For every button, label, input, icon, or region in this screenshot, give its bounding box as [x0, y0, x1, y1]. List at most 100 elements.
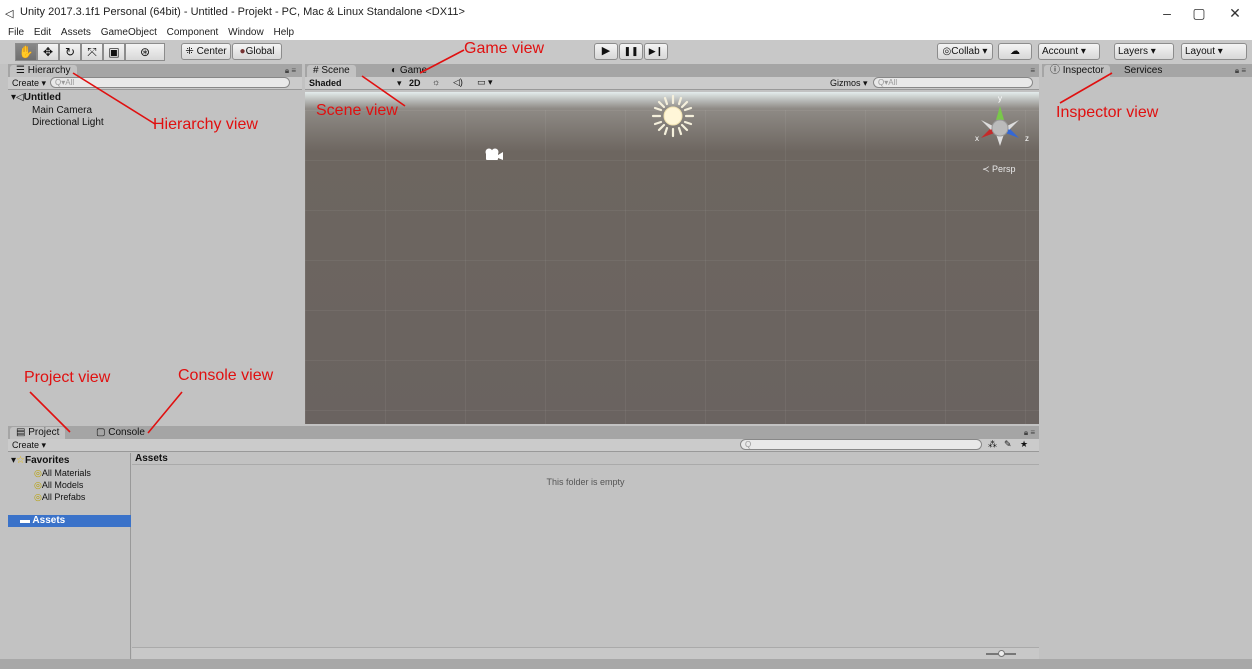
tab-project[interactable]: ▤ Project	[10, 427, 66, 439]
tab-inspector[interactable]: ⓘ Inspector	[1044, 65, 1110, 77]
scale-tool-icon[interactable]: ⤧	[81, 43, 103, 61]
minimize-button[interactable]: –	[1152, 4, 1182, 22]
collab-label: Collab ▾	[951, 46, 988, 57]
favorite-star-icon[interactable]: ★	[1020, 439, 1028, 450]
gizmo-axis-z: z	[1025, 134, 1029, 143]
fav-all-prefabs-label: All Prefabs	[41, 492, 86, 502]
pivot-center-button[interactable]: ⁜ Center	[181, 43, 231, 60]
rect-tool-icon[interactable]: ▣	[103, 43, 125, 61]
annotation-hierarchy-view: Hierarchy view	[153, 116, 258, 133]
hierarchy-item-main-camera[interactable]: Main Camera	[32, 105, 92, 116]
pivot-label: Center	[196, 46, 227, 57]
collab-icon: ◎	[942, 46, 952, 57]
menu-window[interactable]: Window	[228, 26, 264, 39]
menu-file[interactable]: File	[8, 26, 24, 39]
project-tabbar: ▤ Project ▢ Console 🔒︎ ≡	[8, 426, 1039, 439]
lighting-toggle-icon[interactable]: ☼	[432, 77, 440, 87]
tab-project-label: Project	[28, 427, 60, 438]
scene-root-item[interactable]: ▾◁Untitled	[11, 92, 61, 103]
tab-game[interactable]: ◐ Game	[385, 65, 433, 77]
perspective-label[interactable]: ≺ Persp	[982, 164, 1016, 175]
project-tree: ▾☆Favorites ◎All Materials ◎All Models ◎…	[8, 453, 131, 659]
list-icon: ☰	[16, 65, 25, 76]
fav-all-materials[interactable]: ◎All Materials	[34, 468, 91, 479]
search-icon: ◎	[34, 480, 42, 490]
step-button[interactable]: ▶❙	[644, 43, 668, 60]
move-tool-icon[interactable]: ✥	[37, 43, 59, 61]
tab-services[interactable]: Services	[1118, 65, 1168, 77]
project-subbar: Create ▾ Q ⁂ ✎ ★	[8, 439, 1039, 452]
space-global-button[interactable]: ●Global	[232, 43, 282, 60]
menu-edit[interactable]: Edit	[34, 26, 51, 39]
assets-folder-label: Assets	[32, 515, 66, 526]
window-titlebar: ◁ Unity 2017.3.1f1 Personal (64bit) - Un…	[0, 0, 1252, 26]
project-footer	[132, 647, 1039, 659]
inspector-tabbar: ⓘ Inspector Services 🔒︎ ≡	[1042, 64, 1252, 77]
cloud-button[interactable]: ☁	[998, 43, 1032, 60]
layers-dropdown[interactable]: Layers ▾	[1114, 43, 1174, 60]
transform-tool-icon[interactable]: ⊛	[125, 43, 165, 61]
menu-gameobject[interactable]: GameObject	[101, 26, 157, 39]
tab-hierarchy-label: Hierarchy	[27, 65, 71, 76]
tab-console[interactable]: ▢ Console	[90, 427, 151, 439]
assets-folder-item[interactable]: ▬ Assets	[8, 515, 131, 527]
project-create-button[interactable]: Create ▾	[12, 440, 46, 451]
fav-all-prefabs[interactable]: ◎All Prefabs	[34, 492, 85, 503]
pacman-icon: ◐	[391, 65, 398, 76]
unity-logo-icon: ◁	[5, 8, 14, 20]
inspector-lock-icon[interactable]: 🔒︎ ≡	[1235, 66, 1246, 76]
fav-all-models[interactable]: ◎All Models	[34, 480, 83, 491]
menu-assets[interactable]: Assets	[61, 26, 91, 39]
hierarchy-subbar: Create ▾ Q▾All	[8, 77, 302, 90]
scene-tabbar: # Scene ◐ Game ≡	[305, 64, 1039, 77]
project-lock-icon[interactable]: 🔒︎ ≡	[1024, 428, 1035, 438]
shading-dropdown[interactable]: Shaded	[309, 78, 342, 88]
account-dropdown[interactable]: Account ▾	[1038, 43, 1100, 60]
info-icon: ⓘ	[1050, 65, 1060, 76]
collab-button[interactable]: ◎Collab ▾	[937, 43, 993, 60]
2d-toggle[interactable]: 2D	[409, 78, 421, 88]
annotation-scene-view: Scene view	[316, 102, 398, 119]
grid-icon: #	[313, 65, 319, 76]
filter-by-label-icon[interactable]: ✎	[1004, 439, 1012, 450]
search-icon: ◎	[34, 492, 42, 502]
directional-light-icon	[651, 94, 695, 138]
audio-toggle-icon[interactable]: ◁)	[453, 77, 463, 88]
scene-orientation-gizmo[interactable]	[971, 98, 1029, 158]
fav-all-materials-label: All Materials	[41, 468, 91, 478]
space-label: Global	[245, 46, 275, 57]
rotate-tool-icon[interactable]: ↻	[59, 43, 81, 61]
slider-handle[interactable]	[998, 650, 1005, 657]
favorites-label: Favorites	[25, 455, 70, 466]
menu-help[interactable]: Help	[273, 26, 294, 39]
hierarchy-search-input[interactable]: Q▾All	[50, 77, 290, 88]
filter-by-type-icon[interactable]: ⁂	[988, 439, 997, 450]
lock-icon[interactable]: 🔒︎ ≡	[285, 66, 296, 76]
gizmo-axis-x: x	[975, 134, 979, 143]
folder-icon: ▤	[16, 427, 26, 438]
assets-header: Assets	[132, 453, 1039, 465]
hierarchy-create-button[interactable]: Create ▾	[12, 78, 46, 89]
maximize-button[interactable]: ▢	[1184, 4, 1214, 22]
hierarchy-item-directional-light[interactable]: Directional Light	[32, 117, 104, 128]
play-button[interactable]: ▶	[594, 43, 618, 60]
panel-menu-icon[interactable]: ≡	[1030, 66, 1035, 75]
gizmos-dropdown[interactable]: Gizmos ▾	[830, 78, 868, 89]
gizmo-axis-y: y	[998, 94, 1002, 103]
tab-scene[interactable]: # Scene	[307, 65, 356, 77]
menu-component[interactable]: Component	[167, 26, 219, 39]
close-button[interactable]: ✕	[1220, 4, 1250, 22]
scene-viewport[interactable]: y x z ≺ Persp	[305, 92, 1039, 424]
inspector-panel: ⓘ Inspector Services 🔒︎ ≡	[1042, 64, 1252, 659]
annotation-project-view: Project view	[24, 369, 111, 386]
scene-search-input[interactable]: Q▾All	[873, 77, 1033, 88]
layout-dropdown[interactable]: Layout ▾	[1181, 43, 1247, 60]
effects-toggle-icon[interactable]: ▭ ▾	[477, 77, 493, 88]
tab-hierarchy[interactable]: ☰ Hierarchy	[10, 65, 77, 77]
project-search-input[interactable]: Q	[740, 439, 982, 450]
pause-button[interactable]: ❚❚	[619, 43, 643, 60]
empty-folder-message: This folder is empty	[546, 477, 625, 487]
scene-subbar: Shaded ▾ 2D ☼ ◁) ▭ ▾ Gizmos ▾ Q▾All	[305, 77, 1039, 90]
favorites-item[interactable]: ▾☆Favorites	[11, 455, 69, 466]
hand-tool-icon[interactable]: ✋	[15, 43, 37, 61]
